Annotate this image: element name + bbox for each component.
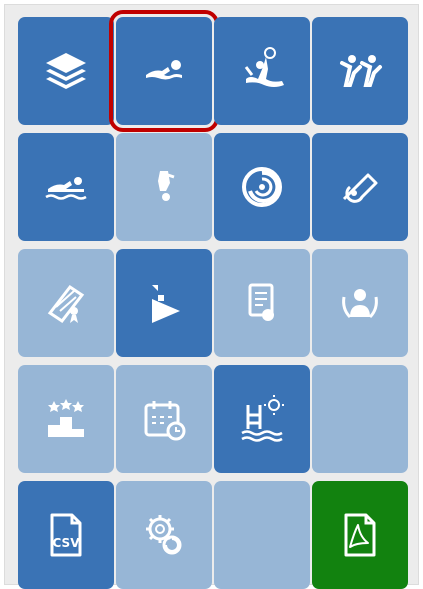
swirl-icon	[242, 167, 282, 207]
podium-icon	[48, 399, 84, 437]
icon-grid-panel: CSV	[4, 4, 419, 589]
diver-icon	[158, 171, 175, 201]
settings-gears-icon	[146, 515, 182, 555]
tile-diploma[interactable]	[18, 249, 114, 357]
csv-label: CSV	[53, 536, 81, 550]
tile-synchronized-swimming[interactable]	[312, 17, 408, 125]
layers-icon	[46, 53, 86, 89]
tile-whistle[interactable]	[312, 133, 408, 241]
tile-swimmer[interactable]	[109, 10, 219, 132]
tile-empty[interactable]	[312, 365, 408, 473]
tile-calendar-clock[interactable]	[116, 365, 212, 473]
pool-ladder-icon	[241, 395, 284, 442]
tile-podium[interactable]	[18, 365, 114, 473]
tile-layers[interactable]	[18, 17, 114, 125]
tile-pdf[interactable]	[312, 481, 408, 589]
tile-swimmer-waves[interactable]	[18, 133, 114, 241]
calendar-clock-icon	[144, 401, 186, 441]
whistle-icon	[342, 173, 378, 203]
certificate-icon	[248, 283, 274, 321]
tile-certificate[interactable]	[214, 249, 310, 357]
csv-file-icon: CSV	[50, 513, 82, 557]
synchronized-swimming-icon	[340, 55, 382, 87]
tile-empty[interactable]	[214, 481, 310, 589]
pdf-file-icon	[344, 513, 376, 557]
tile-pool-ladder[interactable]	[214, 365, 310, 473]
tile-settings-gears[interactable]	[116, 481, 212, 589]
tile-person-laurel[interactable]	[312, 249, 408, 357]
person-laurel-icon	[342, 289, 378, 319]
swimmer-icon	[146, 60, 182, 80]
tile-water-polo[interactable]	[214, 17, 310, 125]
tile-csv[interactable]: CSV	[18, 481, 114, 589]
diploma-icon	[47, 284, 85, 324]
tile-swirl[interactable]	[214, 133, 310, 241]
tile-flag-play[interactable]	[116, 249, 212, 357]
water-polo-icon	[244, 47, 284, 87]
flag-play-icon	[152, 285, 180, 323]
tile-diver[interactable]	[116, 133, 212, 241]
swimmer-waves-icon	[45, 177, 87, 200]
